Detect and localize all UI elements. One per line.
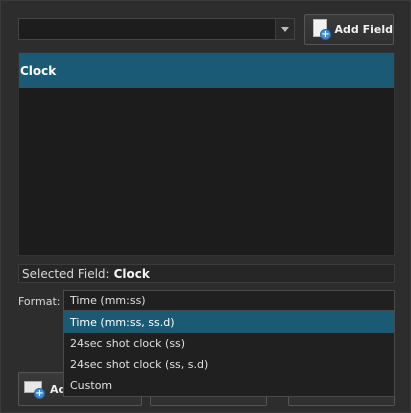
add-field-button[interactable]: + Add Field (304, 14, 394, 45)
dropdown-option-label: Time (mm:ss, ss.d) (70, 316, 175, 329)
format-selected-value: Time (mm:ss) (70, 294, 146, 307)
field-list[interactable]: Clock (18, 52, 395, 256)
dropdown-option[interactable]: 24sec shot clock (ss, s.d) (64, 354, 394, 375)
dropdown-option[interactable]: Time (mm:ss, ss.d) (64, 312, 394, 333)
dropdown-option[interactable]: Custom (64, 375, 394, 396)
add-screen-icon: + (24, 379, 46, 399)
format-label: Format: (18, 295, 61, 308)
add-document-icon: + (311, 18, 331, 41)
field-source-select[interactable] (18, 18, 295, 40)
selected-field-label: Selected Field: (22, 266, 110, 281)
dropdown-option[interactable]: 24sec shot clock (ss) (64, 333, 394, 354)
dropdown-option-label: 24sec shot clock (ss, s.d) (70, 358, 209, 371)
dropdown-option-label: Custom (70, 379, 113, 392)
list-item[interactable]: Clock (19, 53, 394, 88)
selected-field-value: Clock (113, 266, 150, 281)
format-dropdown-list[interactable]: Time (mm:ss, ss.d) 24sec shot clock (ss)… (63, 311, 395, 397)
dropdown-option-label: 24sec shot clock (ss) (70, 337, 186, 350)
add-field-label: Add Field (334, 23, 393, 36)
selected-field-bar: Selected Field: Clock (18, 264, 395, 283)
list-item-label: Clock (20, 63, 57, 78)
field-editor-panel: + Add Field Clock Selected Field: Clock … (0, 0, 411, 413)
dropdown-arrow-icon[interactable] (275, 19, 294, 39)
format-select[interactable]: Time (mm:ss) (63, 290, 395, 311)
